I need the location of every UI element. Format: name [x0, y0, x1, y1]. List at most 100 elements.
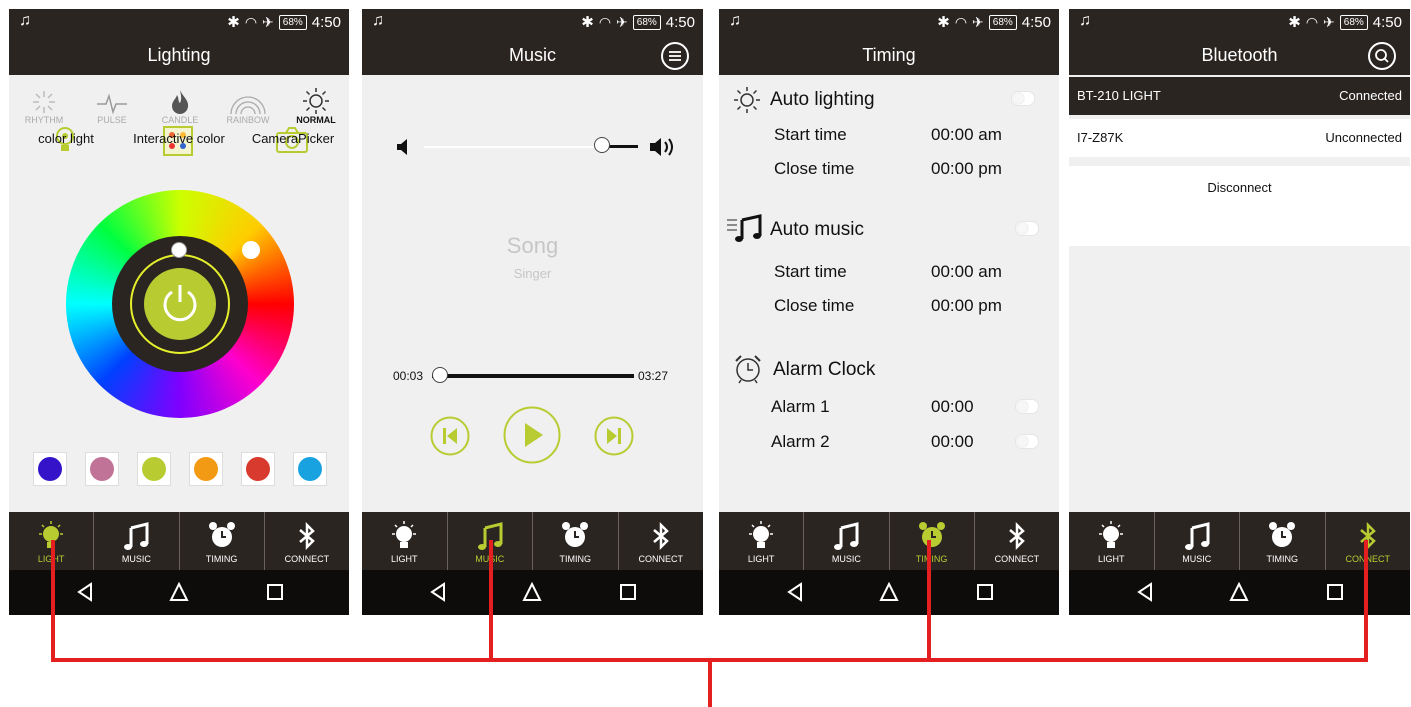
tab-connect[interactable]: CONNECT — [617, 512, 704, 570]
back-icon[interactable] — [1135, 582, 1155, 602]
page-title: Timing — [862, 45, 916, 65]
volume-low-icon — [397, 139, 407, 155]
color-swatch[interactable] — [33, 452, 67, 486]
home-icon[interactable] — [169, 582, 189, 602]
device-row-connected[interactable]: BT-210 LIGHT Connected — [1069, 77, 1410, 115]
tab-light[interactable]: LIGHT — [1069, 512, 1154, 570]
clock: 4:50 — [665, 13, 695, 31]
bluetooth-icon — [652, 521, 669, 551]
progress-knob[interactable] — [432, 367, 448, 383]
back-icon[interactable] — [785, 582, 805, 602]
tab-connect[interactable]: CONNECT — [263, 512, 349, 570]
device-row[interactable]: I7-Z87K Unconnected — [1069, 119, 1410, 157]
bulb-icon — [392, 521, 417, 548]
color-wheel[interactable] — [66, 190, 294, 418]
play-button[interactable] — [503, 406, 561, 464]
tab-light[interactable]: LIGHT — [719, 512, 803, 570]
color-swatch[interactable] — [85, 452, 119, 486]
tab-timing[interactable]: TIMING — [178, 512, 264, 570]
bluetooth-status-icon: ✱ — [1288, 13, 1301, 31]
disconnect-panel: Disconnect — [1069, 166, 1410, 246]
sun-icon — [303, 88, 329, 114]
previous-track-button[interactable] — [430, 416, 470, 456]
color-swatch[interactable] — [293, 452, 327, 486]
mode-rhythm[interactable]: RHYTHM — [16, 85, 72, 125]
mode-label: PULSE — [97, 115, 127, 125]
close-time-label: Close time — [774, 296, 855, 315]
music-note-icon — [1184, 522, 1210, 550]
recents-icon[interactable] — [618, 582, 638, 602]
alarm-clock-icon — [735, 355, 761, 384]
pulse-icon — [97, 93, 127, 115]
recents-icon[interactable] — [265, 582, 285, 602]
device-name: I7-Z87K — [1077, 130, 1124, 145]
swatch-color — [90, 457, 114, 481]
tab-timing[interactable]: TIMING — [888, 512, 974, 570]
back-icon[interactable] — [75, 582, 95, 602]
tab-music[interactable]: MUSIC — [803, 512, 888, 570]
back-icon[interactable] — [428, 582, 448, 602]
timing-screen: ♫ ✱ ◠ ✈ 68% 4:50 Timing Auto lighting St… — [719, 9, 1059, 615]
playlist-menu-button[interactable] — [661, 42, 689, 70]
auto-lighting-label: Auto lighting — [770, 89, 875, 110]
alarm-1-toggle[interactable] — [1015, 399, 1039, 414]
disconnect-button[interactable]: Disconnect — [1069, 180, 1410, 195]
connector-line — [489, 540, 493, 662]
tab-light[interactable]: LIGHT — [362, 512, 447, 570]
wifi-icon: ◠ — [598, 13, 612, 30]
scan-button[interactable] — [1368, 42, 1396, 70]
close-time-value[interactable]: 00:00 pm — [931, 159, 1002, 179]
alarm-2-toggle[interactable] — [1015, 434, 1039, 449]
color-light-option[interactable]: color light — [24, 131, 108, 146]
wifi-icon: ◠ — [244, 13, 258, 30]
clock: 4:50 — [1372, 13, 1402, 31]
song-title: Song — [506, 233, 559, 258]
auto-music-toggle[interactable] — [1015, 221, 1039, 236]
home-icon[interactable] — [522, 582, 542, 602]
brightness-knob[interactable] — [171, 242, 187, 258]
alarm-1-time[interactable]: 00:00 — [931, 397, 974, 417]
status-bar: ♫ ✱ ◠ ✈ 68% 4:50 — [362, 9, 703, 35]
close-time-value[interactable]: 00:00 pm — [931, 296, 1002, 316]
start-time-value[interactable]: 00:00 am — [931, 125, 1002, 145]
volume-knob[interactable] — [594, 137, 610, 153]
search-icon — [1375, 49, 1389, 63]
title-bar: Music — [362, 35, 703, 75]
color-swatch[interactable] — [241, 452, 275, 486]
title-bar: Bluetooth — [1069, 35, 1410, 75]
alarm-2-time[interactable]: 00:00 — [931, 432, 974, 452]
tab-bar: LIGHT MUSIC TIMING CONNECT — [1069, 512, 1410, 570]
page-title: Music — [508, 45, 556, 65]
recents-icon[interactable] — [975, 582, 995, 602]
tab-music[interactable]: MUSIC — [93, 512, 178, 570]
recents-icon[interactable] — [1325, 582, 1345, 602]
start-time-value[interactable]: 00:00 am — [931, 262, 1002, 282]
tab-bar: LIGHT MUSIC TIMING CONNECT — [362, 512, 703, 570]
home-icon[interactable] — [1229, 582, 1249, 602]
color-picker-knob[interactable] — [242, 241, 260, 259]
swatch-color — [194, 457, 218, 481]
mode-normal[interactable]: NORMAL — [288, 85, 344, 125]
tab-timing[interactable]: TIMING — [532, 512, 618, 570]
color-swatch[interactable] — [137, 452, 171, 486]
progress-slider[interactable] — [432, 367, 634, 383]
power-button[interactable] — [144, 268, 216, 340]
mode-rainbow[interactable]: RAINBOW — [220, 85, 276, 125]
volume-slider[interactable] — [424, 137, 638, 153]
tab-music[interactable]: MUSIC — [1153, 512, 1240, 570]
interactive-color-option[interactable]: Interactive color — [126, 131, 232, 146]
mode-candle[interactable]: CANDLE — [152, 85, 208, 125]
system-nav-bar — [9, 570, 349, 615]
auto-lighting-toggle[interactable] — [1011, 91, 1035, 106]
auto-music-label: Auto music — [770, 219, 864, 240]
music-note-icon — [124, 522, 149, 550]
mode-pulse[interactable]: PULSE — [84, 85, 140, 125]
tab-timing[interactable]: TIMING — [1239, 512, 1325, 570]
home-icon[interactable] — [879, 582, 899, 602]
camera-picker-option[interactable]: CameraPicker — [243, 131, 343, 146]
tab-connect[interactable]: CONNECT — [973, 512, 1059, 570]
alarm-1-label: Alarm 1 — [771, 397, 830, 416]
color-swatch[interactable] — [189, 452, 223, 486]
next-track-button[interactable] — [594, 416, 634, 456]
connector-line — [708, 658, 712, 707]
